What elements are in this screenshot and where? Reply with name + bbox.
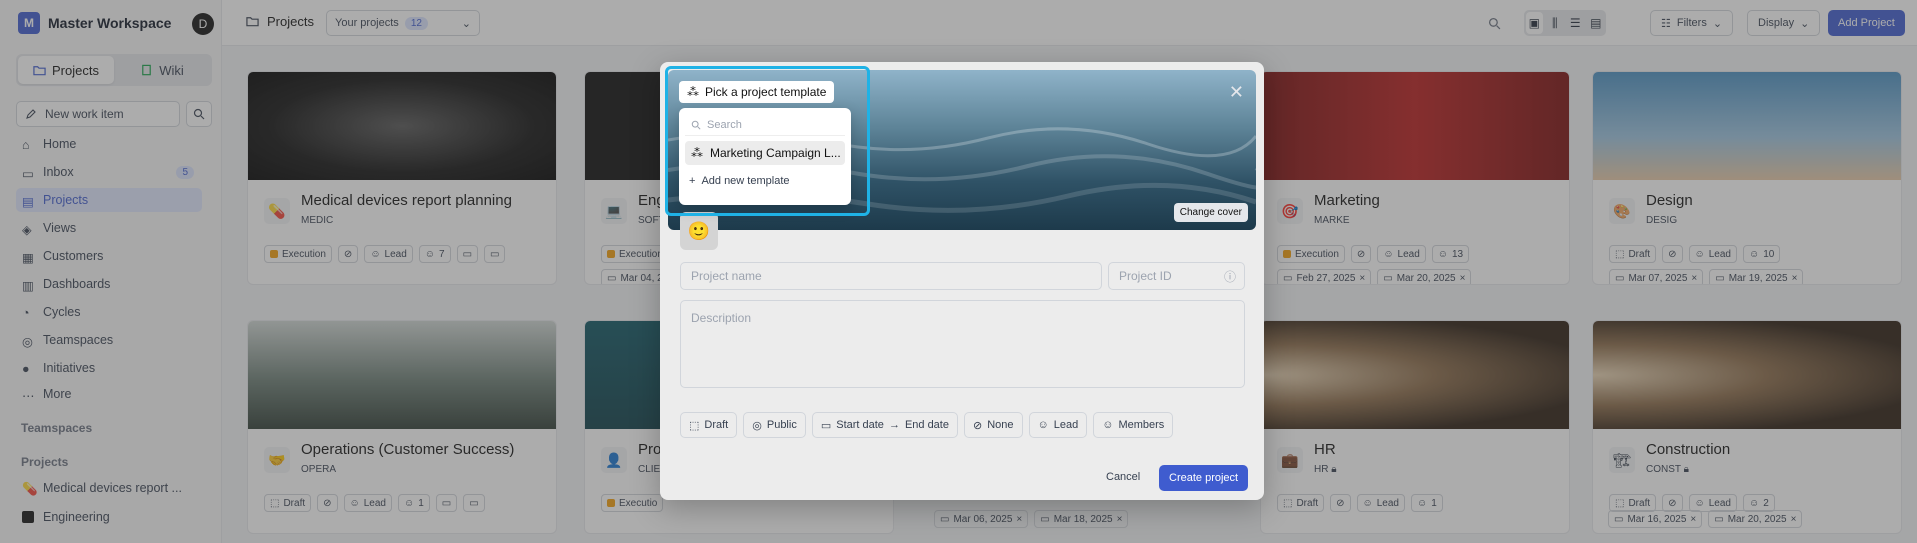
focus-highlight: [665, 66, 870, 216]
network-dropdown[interactable]: ◎ Public: [743, 412, 806, 438]
user-icon: ☺: [1037, 419, 1049, 431]
members-dropdown[interactable]: ☺ Members: [1093, 412, 1174, 438]
globe-icon: ◎: [752, 419, 762, 432]
members-label: Members: [1118, 419, 1165, 431]
calendar-icon: ▭: [820, 419, 832, 432]
start-date-label: Start date: [836, 419, 884, 431]
project-properties: ⬚ Draft ◎ Public ▭ Start date → End date ⊘ Non…: [680, 412, 1174, 438]
change-cover-button[interactable]: Change cover: [1173, 203, 1248, 222]
date-range-picker[interactable]: ▭ Start date → End date: [811, 412, 958, 438]
project-id-input[interactable]: Project ID ⓘ: [1108, 262, 1245, 290]
priority-dropdown[interactable]: ⊘ None: [963, 412, 1023, 438]
description-input[interactable]: Description: [680, 300, 1245, 388]
close-icon[interactable]: ✕: [1229, 82, 1244, 103]
state-label: Draft: [704, 419, 729, 431]
create-project-button[interactable]: Create project: [1159, 465, 1249, 491]
network-label: Public: [766, 419, 797, 431]
cancel-button[interactable]: Cancel: [1096, 466, 1150, 488]
lead-label: Lead: [1053, 419, 1079, 431]
project-emoji-picker[interactable]: 🙂: [680, 212, 718, 250]
project-name-input[interactable]: Project name: [680, 262, 1102, 290]
state-dropdown[interactable]: ⬚ Draft: [680, 412, 738, 438]
arrow-right-icon: →: [888, 419, 900, 431]
draft-icon: ⬚: [689, 419, 700, 432]
info-icon[interactable]: ⓘ: [1224, 268, 1236, 285]
users-icon: ☺: [1102, 419, 1114, 431]
end-date-label: End date: [904, 419, 949, 431]
priority-label: None: [987, 419, 1014, 431]
lead-dropdown[interactable]: ☺ Lead: [1028, 412, 1088, 438]
project-id-placeholder: Project ID: [1119, 269, 1172, 283]
none-icon: ⊘: [972, 419, 983, 432]
